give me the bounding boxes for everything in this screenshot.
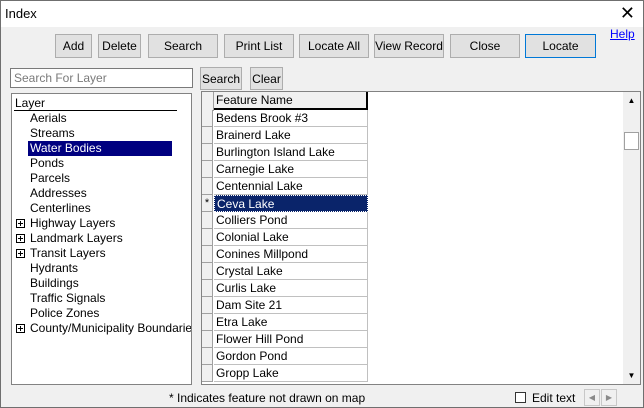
row-indicator[interactable] <box>202 263 213 280</box>
table-row[interactable]: Conines Millpond <box>202 246 370 263</box>
layer-item-label: Police Zones <box>30 306 100 320</box>
layer-item-label: Buildings <box>30 276 79 290</box>
scroll-left-icon[interactable]: ◀ <box>584 389 600 406</box>
index-window: Index ✕ Add Delete Search Print List Loc… <box>0 0 644 408</box>
close-icon[interactable]: ✕ <box>620 3 635 23</box>
layer-item-label: Addresses <box>30 186 87 200</box>
feature-name-cell[interactable]: Burlington Island Lake <box>214 144 368 161</box>
layer-search-button[interactable]: Search <box>200 67 242 90</box>
table-row[interactable]: Flower Hill Pond <box>202 331 370 348</box>
row-indicator[interactable] <box>202 110 213 127</box>
feature-name-cell[interactable]: Curlis Lake <box>214 280 368 297</box>
layer-item-label: Highway Layers <box>30 216 116 230</box>
row-indicator[interactable] <box>202 161 213 178</box>
not-drawn-footnote: * Indicates feature not drawn on map <box>169 391 366 405</box>
row-indicator[interactable] <box>202 314 213 331</box>
feature-name-cell[interactable]: Flower Hill Pond <box>214 331 368 348</box>
feature-name-cell[interactable]: Carnegie Lake <box>214 161 368 178</box>
table-row[interactable]: Crystal Lake <box>202 263 370 280</box>
row-indicator[interactable] <box>202 229 213 246</box>
row-indicator[interactable] <box>202 127 213 144</box>
close-button[interactable]: Close <box>450 34 520 58</box>
layer-item-label: County/Municipality Boundaries <box>30 321 192 335</box>
title-bar: Index ✕ <box>1 1 643 27</box>
layer-clear-button[interactable]: Clear <box>250 67 283 90</box>
row-indicator[interactable] <box>202 280 213 297</box>
row-indicator[interactable] <box>202 144 213 161</box>
expand-plus-icon[interactable] <box>16 324 25 333</box>
locate-all-button[interactable]: Locate All <box>299 34 369 58</box>
table-row[interactable]: Dam Site 21 <box>202 297 370 314</box>
row-indicator[interactable] <box>202 365 213 382</box>
layer-item-label: Landmark Layers <box>30 231 123 245</box>
grid-corner <box>202 92 214 111</box>
row-indicator[interactable] <box>202 331 213 348</box>
locate-button[interactable]: Locate <box>525 34 596 58</box>
view-record-button[interactable]: View Record <box>374 34 444 58</box>
table-row[interactable]: Centennial Lake <box>202 178 370 195</box>
feature-name-cell[interactable]: Dam Site 21 <box>214 297 368 314</box>
window-title: Index <box>5 6 37 21</box>
layer-item-label: Ponds <box>30 156 65 170</box>
layer-item-label: Transit Layers <box>30 246 106 260</box>
feature-grid[interactable]: Feature Name Bedens Brook #3 Brainerd Lak… <box>201 91 641 385</box>
table-row[interactable]: Colonial Lake <box>202 229 370 246</box>
layer-item-label: Centerlines <box>30 201 91 215</box>
table-row[interactable]: * Ceva Lake <box>202 195 370 212</box>
table-row[interactable]: Etra Lake <box>202 314 370 331</box>
layer-item-label: Streams <box>30 126 75 140</box>
table-row[interactable]: Curlis Lake <box>202 280 370 297</box>
layer-item-label: Water Bodies <box>28 141 172 156</box>
edit-text-checkbox[interactable] <box>515 392 526 403</box>
expand-plus-icon[interactable] <box>16 249 25 258</box>
table-row[interactable]: Bedens Brook #3 <box>202 110 370 127</box>
table-row[interactable]: Gropp Lake <box>202 365 370 382</box>
table-row[interactable]: Brainerd Lake <box>202 127 370 144</box>
scroll-right-icon[interactable]: ▶ <box>601 389 617 406</box>
row-indicator[interactable] <box>202 246 213 263</box>
layer-tree[interactable]: Layer Aerials Streams Water Bodies Ponds Par… <box>11 93 192 385</box>
layer-item-label: Parcels <box>30 171 71 185</box>
row-indicator[interactable] <box>202 178 213 195</box>
search-feature-button[interactable]: Search <box>148 34 218 58</box>
row-indicator[interactable] <box>202 297 213 314</box>
table-row[interactable]: Carnegie Lake <box>202 161 370 178</box>
feature-name-cell[interactable]: Conines Millpond <box>214 246 368 263</box>
scroll-down-icon[interactable]: ▼ <box>623 367 640 384</box>
feature-grid-vertical-scrollbar[interactable]: ▲ ▼ <box>623 92 640 384</box>
feature-name-cell[interactable]: Gordon Pond <box>214 348 368 365</box>
feature-name-cell[interactable]: Brainerd Lake <box>214 127 368 144</box>
layer-item-label: Hydrants <box>30 261 79 275</box>
feature-name-cell[interactable]: Etra Lake <box>214 314 368 331</box>
add-button[interactable]: Add <box>55 34 92 58</box>
feature-name-cell[interactable]: Ceva Lake <box>214 195 368 212</box>
delete-button[interactable]: Delete <box>98 34 141 58</box>
row-indicator[interactable] <box>202 212 213 229</box>
scroll-thumb[interactable] <box>624 132 639 150</box>
feature-name-cell[interactable]: Colliers Pond <box>214 212 368 229</box>
feature-name-header[interactable]: Feature Name <box>214 92 368 110</box>
layer-item-label: Aerials <box>30 111 67 125</box>
table-row[interactable]: Gordon Pond <box>202 348 370 365</box>
layer-column-header: Layer <box>14 96 177 111</box>
expand-plus-icon[interactable] <box>16 219 25 228</box>
feature-name-cell[interactable]: Crystal Lake <box>214 263 368 280</box>
row-indicator[interactable]: * <box>202 195 213 212</box>
layer-search-input[interactable] <box>10 68 193 88</box>
expand-plus-icon[interactable] <box>16 234 25 243</box>
feature-name-cell[interactable]: Bedens Brook #3 <box>214 110 368 127</box>
scroll-up-icon[interactable]: ▲ <box>623 92 640 109</box>
feature-name-cell[interactable]: Gropp Lake <box>214 365 368 382</box>
help-link[interactable]: Help <box>610 27 635 41</box>
feature-name-cell[interactable]: Centennial Lake <box>214 178 368 195</box>
edit-text-label[interactable]: Edit text <box>532 391 575 405</box>
print-list-button[interactable]: Print List <box>224 34 294 58</box>
table-row[interactable]: Burlington Island Lake <box>202 144 370 161</box>
feature-name-cell[interactable]: Colonial Lake <box>214 229 368 246</box>
layer-item-label: Traffic Signals <box>30 291 106 305</box>
table-row[interactable]: Colliers Pond <box>202 212 370 229</box>
row-indicator[interactable] <box>202 348 213 365</box>
